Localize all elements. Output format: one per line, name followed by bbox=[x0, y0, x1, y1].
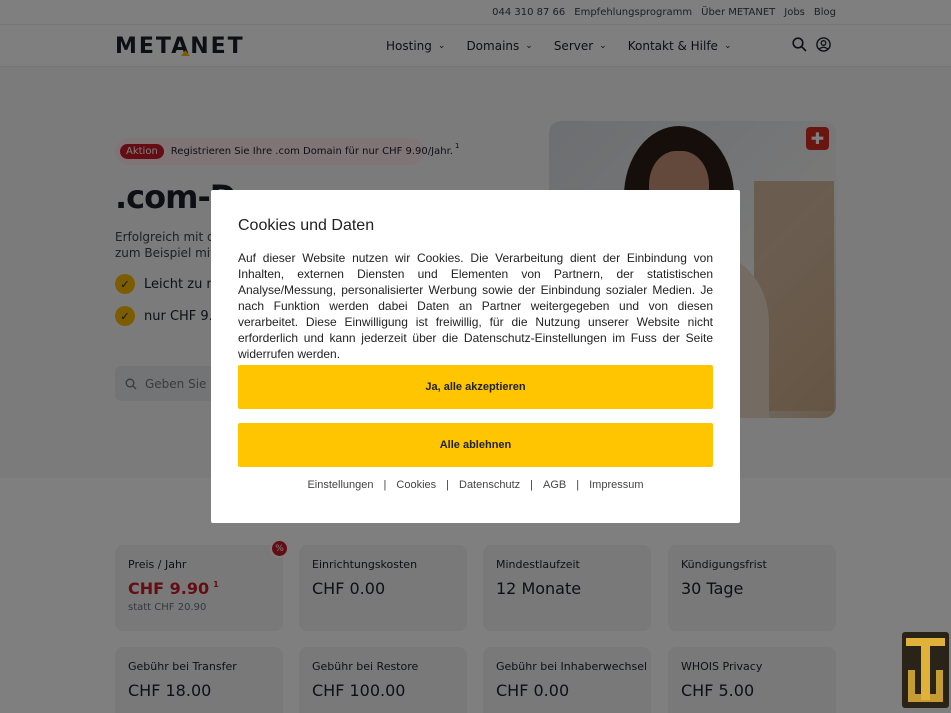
terms-link[interactable]: AGB bbox=[543, 479, 566, 491]
reject-all-button[interactable]: Alle ablehnen bbox=[238, 423, 713, 467]
link-separator: | bbox=[530, 479, 534, 491]
watermark-logo bbox=[900, 630, 951, 713]
link-separator: | bbox=[446, 479, 449, 491]
link-separator: | bbox=[576, 479, 580, 491]
cookie-dialog-title: Cookies und Daten bbox=[238, 217, 375, 234]
page: 044 310 87 66 Empfehlungsprogramm Über M… bbox=[0, 0, 951, 713]
settings-link[interactable]: Einstellungen bbox=[307, 479, 373, 491]
imprint-link[interactable]: Impressum bbox=[589, 479, 643, 491]
cookie-dialog-links: Einstellungen | Cookies | Datenschutz | … bbox=[211, 479, 740, 491]
cookie-consent-dialog: Cookies und Daten Auf dieser Website nut… bbox=[211, 190, 740, 523]
privacy-link[interactable]: Datenschutz bbox=[459, 479, 520, 491]
link-separator: | bbox=[383, 479, 387, 491]
cookie-dialog-body: Auf dieser Website nutzen wir Cookies. D… bbox=[238, 251, 713, 361]
accept-all-button[interactable]: Ja, alle akzeptieren bbox=[238, 365, 713, 409]
cookies-link[interactable]: Cookies bbox=[396, 479, 436, 491]
